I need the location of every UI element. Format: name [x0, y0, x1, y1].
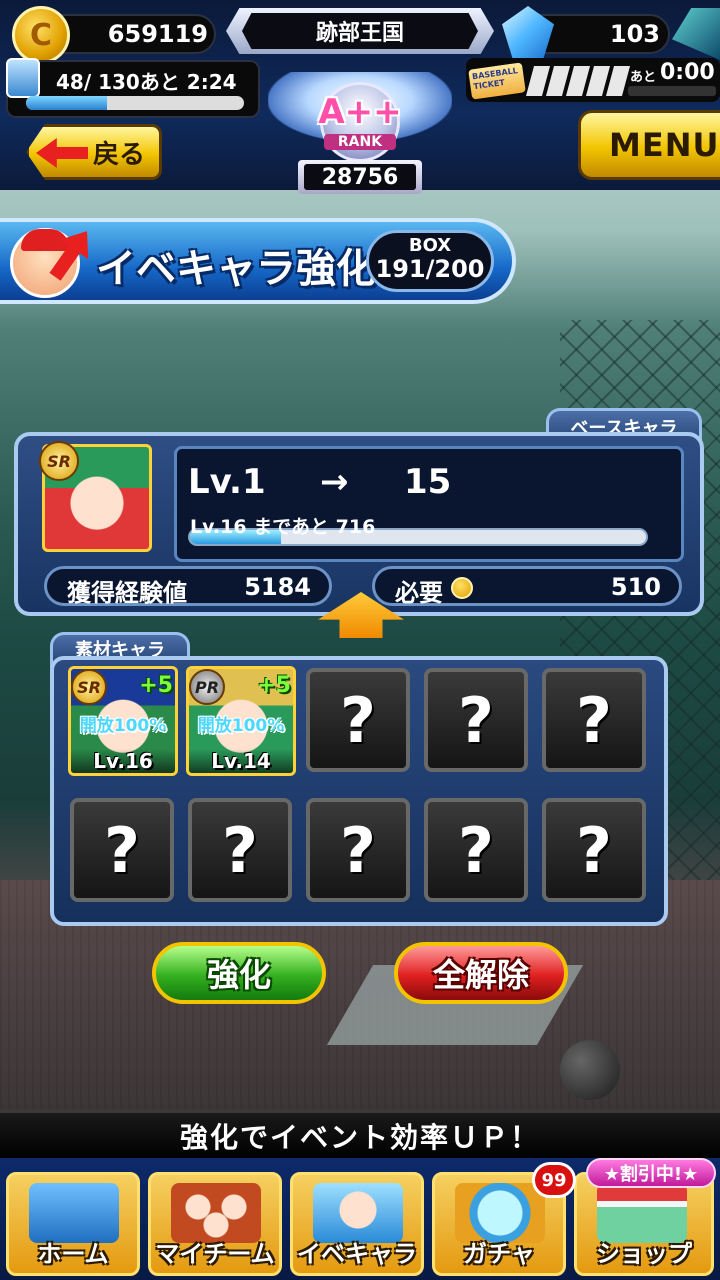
rank-emblem[interactable]: A++ RANK 28756 — [268, 62, 452, 194]
release-rate: 開放100% — [79, 716, 167, 736]
level-arrow-icon: → — [320, 462, 349, 502]
base-chara-portrait[interactable]: SR — [39, 441, 152, 552]
stamina-bar-fill — [26, 96, 107, 110]
coin-value: 659119 — [107, 20, 208, 48]
cost-label: 必要 — [395, 579, 443, 607]
empty-slot[interactable]: ? — [542, 798, 646, 902]
sale-tag: ★割引中!★ — [586, 1158, 716, 1188]
nav-shop-label: ショップ — [596, 1240, 692, 1268]
ticket-ato-label: あと — [630, 70, 657, 85]
next-level-text: Lv.16 まであと 716 — [190, 516, 376, 538]
exp-gain: 獲得経験値 5184 — [44, 566, 332, 607]
material-slot-1[interactable]: SR +5 開放100% Lv.16 — [68, 666, 178, 776]
ticket-sub-gauge — [628, 86, 716, 96]
exp-gain-label: 獲得経験値 — [67, 579, 187, 607]
rank-score-frame: 28756 — [298, 160, 422, 194]
chara-level: Lv.16 — [71, 749, 175, 773]
stamina-text: 48/ 130あと 2:24 — [56, 70, 237, 94]
tip-message: 強化でイベント効率ＵＰ！ — [0, 1110, 720, 1158]
cost-required: 必要 510 — [372, 566, 682, 607]
nav-my-team-label: マイチーム — [155, 1240, 275, 1268]
empty-slot[interactable]: ? — [542, 668, 646, 772]
rarity-badge: PR — [189, 669, 225, 705]
plus-value: +5 — [139, 673, 173, 698]
empty-slot[interactable]: ? — [306, 798, 410, 902]
kingdom-name[interactable]: 跡部王国 — [242, 13, 478, 49]
nav-event-chara-label: イベキャラ — [297, 1240, 417, 1268]
release-rate: 開放100% — [197, 716, 285, 736]
stamina-book-icon — [6, 58, 40, 98]
box-capacity: BOX 191/200 — [366, 230, 494, 292]
rank-grade: A++ — [318, 92, 402, 132]
exp-gain-value: 5184 — [244, 573, 311, 601]
clear-all-button[interactable]: 全解除 — [394, 942, 568, 1004]
nav-event-chara[interactable]: イベキャラ — [290, 1172, 424, 1276]
empty-slot[interactable]: ? — [424, 668, 528, 772]
ticket-gauge — [525, 66, 631, 96]
nav-gacha-label: ガチャ — [463, 1240, 535, 1268]
rarity-badge: SR — [39, 441, 79, 481]
empty-slot[interactable]: ? — [188, 798, 292, 902]
enhance-button[interactable]: 強化 — [152, 942, 326, 1004]
empty-slot[interactable]: ? — [424, 798, 528, 902]
menu-button[interactable]: MENU — [578, 110, 720, 180]
plus-value: +5 — [257, 673, 291, 698]
rank-score: 28756 — [304, 164, 416, 190]
nav-home[interactable]: ホーム — [6, 1172, 140, 1276]
level-from: Lv.1 — [188, 462, 266, 502]
level-to: 15 — [404, 462, 452, 502]
ticket-timer: 0:00 — [660, 60, 715, 85]
cost-value: 510 — [610, 573, 661, 601]
empty-slot[interactable]: ? — [70, 798, 174, 902]
gem-value: 103 — [609, 20, 660, 48]
ball-decoration — [560, 1040, 620, 1100]
back-button-label: 戻る — [92, 139, 145, 170]
box-label: BOX — [408, 235, 452, 256]
nav-my-team[interactable]: マイチーム — [148, 1172, 282, 1276]
coin-icon: C — [12, 6, 70, 64]
material-slot-2[interactable]: PR +5 開放100% Lv.14 — [186, 666, 296, 776]
rarity-badge: SR — [71, 669, 107, 705]
chara-level: Lv.14 — [189, 749, 293, 773]
rank-label: RANK — [324, 134, 396, 150]
coin-icon — [451, 577, 473, 599]
box-value: 191/200 — [375, 255, 485, 283]
empty-slot[interactable]: ? — [306, 668, 410, 772]
nav-home-label: ホーム — [37, 1240, 109, 1268]
gacha-count-badge: 99 — [532, 1162, 576, 1198]
stamina-bar — [26, 96, 244, 110]
page-title: イベキャラ強化 — [96, 246, 376, 292]
